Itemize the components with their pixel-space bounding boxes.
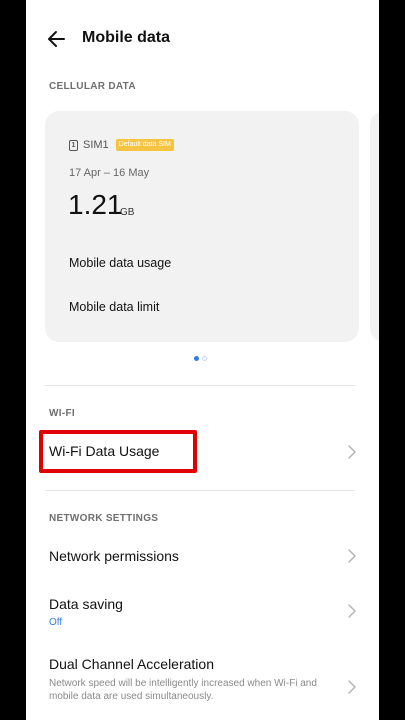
page-title: Mobile data: [82, 29, 171, 46]
usage-unit: GB: [120, 207, 135, 218]
network-permissions-label: Network permissions: [49, 548, 179, 564]
data-saving-label: Data saving: [49, 596, 123, 612]
section-label-network-settings: NETWORK SETTINGS: [49, 513, 159, 524]
usage-value: 1.21: [68, 189, 123, 220]
highlight-annotation: [39, 430, 197, 473]
chevron-right-icon: [348, 604, 356, 618]
chevron-right-icon: [348, 445, 356, 459]
billing-date-range: 17 Apr – 16 May: [69, 167, 150, 179]
mobile-data-usage-link[interactable]: Mobile data usage: [69, 256, 171, 270]
carousel-dot-active: [194, 356, 199, 361]
back-button[interactable]: [44, 26, 70, 52]
mobile-data-limit-link[interactable]: Mobile data limit: [69, 300, 159, 314]
mobile-data-screen: Mobile data CELLULAR DATA 1 SIM1 Default…: [26, 0, 379, 720]
carousel-indicator: [194, 356, 207, 361]
dual-channel-description: Network speed will be intelligently incr…: [49, 678, 317, 702]
carousel-dot: [202, 356, 207, 361]
default-sim-badge: Default data SIM: [115, 139, 174, 151]
section-label-wifi: WI-FI: [49, 408, 75, 419]
data-saving-status: Off: [49, 617, 63, 628]
dual-channel-label: Dual Channel Acceleration: [49, 656, 214, 672]
back-arrow-icon: [48, 31, 65, 47]
divider: [45, 385, 355, 386]
next-sim-card-peek[interactable]: [370, 111, 379, 342]
dual-channel-acceleration-item[interactable]: Dual Channel Acceleration Network speed …: [26, 644, 379, 720]
network-permissions-item[interactable]: Network permissions: [26, 535, 379, 577]
data-saving-item[interactable]: Data saving Off: [26, 584, 379, 636]
sim-card-icon: 1: [69, 139, 78, 151]
sim-row: 1 SIM1 Default data SIM: [69, 138, 174, 152]
section-label-cellular: CELLULAR DATA: [49, 81, 136, 92]
sim-name: SIM1: [83, 139, 109, 151]
sim-usage-card[interactable]: 1 SIM1 Default data SIM 17 Apr – 16 May …: [45, 111, 359, 342]
chevron-right-icon: [348, 680, 356, 694]
divider: [45, 490, 355, 491]
header: Mobile data: [26, 0, 379, 76]
chevron-right-icon: [348, 549, 356, 563]
